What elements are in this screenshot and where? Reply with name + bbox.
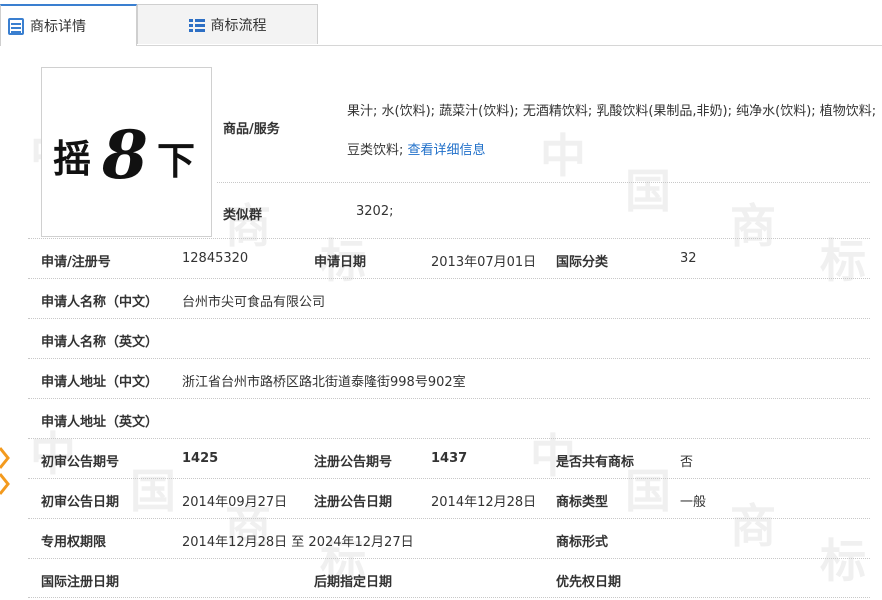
divider (217, 182, 870, 183)
logo-char: 摇 (53, 137, 91, 181)
intl-class-value: 32 (680, 251, 697, 266)
reg-issue-value: 1437 (431, 451, 468, 466)
view-detail-link[interactable]: 查看详细信息 (408, 143, 486, 158)
divider (28, 478, 870, 479)
similar-group-value: 3202; (356, 204, 394, 219)
term-value: 2014年12月28日 至 2024年12月27日 (182, 535, 414, 550)
logo-char: 8 (101, 116, 148, 192)
address-cn-value: 浙江省台州市路桥区路北街道泰隆街998号902室 (182, 375, 466, 390)
watermark-char: 商 (730, 499, 776, 553)
goods-list: 果汁; 水(饮料); 蔬菜汁(饮料); 无酒精饮料; 乳酸饮料(果制品,非奶);… (347, 92, 877, 170)
prelim-issue-value: 1425 (182, 451, 219, 466)
address-en-label: 申请人地址（英文） (41, 415, 159, 430)
reg-no-value: 12845320 (182, 251, 249, 266)
shared-value: 否 (680, 455, 694, 470)
apply-date-label: 申请日期 (314, 255, 367, 270)
prelim-issue-label: 初审公告期号 (41, 455, 120, 470)
calendar-icon (8, 17, 24, 35)
shared-label: 是否共有商标 (556, 455, 635, 470)
type-value: 一般 (680, 495, 707, 510)
term-label: 专用权期限 (41, 535, 107, 550)
tab-label: 商标详情 (30, 19, 86, 35)
side-arrow-icon (0, 447, 10, 495)
address-cn-label: 申请人地址（中文） (41, 375, 159, 390)
reg-date-label: 注册公告日期 (314, 495, 393, 510)
reg-no-label: 申请/注册号 (41, 255, 111, 270)
tab-trademark-detail[interactable]: 商标详情 (0, 4, 137, 46)
apply-date-value: 2013年07月01日 (431, 255, 537, 270)
divider (28, 518, 870, 519)
later-designation-label: 后期指定日期 (314, 575, 393, 590)
tab-bar: 商标详情 商标流程 (0, 0, 882, 46)
divider (28, 438, 870, 439)
divider (28, 318, 870, 319)
priority-date-label: 优先权日期 (556, 575, 622, 590)
tab-trademark-flow[interactable]: 商标流程 (137, 4, 318, 44)
applicant-cn-label: 申请人名称（中文） (41, 295, 159, 310)
prelim-date-value: 2014年09月27日 (182, 495, 288, 510)
reg-issue-label: 注册公告期号 (314, 455, 393, 470)
watermark-char: 标 (820, 234, 866, 288)
divider (28, 597, 870, 598)
reg-date-value: 2014年12月28日 (431, 495, 537, 510)
intl-class-label: 国际分类 (556, 255, 609, 270)
trademark-logo: 摇 8 下 (53, 116, 195, 192)
divider (28, 398, 870, 399)
prelim-date-label: 初审公告日期 (41, 495, 120, 510)
applicant-en-label: 申请人名称（英文） (41, 335, 159, 350)
trademark-image: 摇 8 下 (41, 67, 212, 237)
watermark-char: 商 (225, 199, 271, 253)
applicant-cn-value: 台州市尖可食品有限公司 (182, 295, 326, 310)
watermark-char: 商 (730, 199, 776, 253)
logo-char: 下 (157, 139, 195, 183)
divider (28, 358, 870, 359)
type-label: 商标类型 (556, 495, 609, 510)
goods-label: 商品/服务 (223, 122, 280, 137)
list-icon (188, 18, 205, 32)
form-label: 商标形式 (556, 535, 609, 550)
divider (28, 558, 870, 559)
watermark-char: 国 (130, 464, 176, 518)
divider (28, 238, 870, 239)
similar-group-label: 类似群 (223, 208, 263, 223)
tab-label: 商标流程 (210, 17, 267, 34)
intl-reg-date-label: 国际注册日期 (41, 575, 120, 590)
divider (28, 278, 870, 279)
